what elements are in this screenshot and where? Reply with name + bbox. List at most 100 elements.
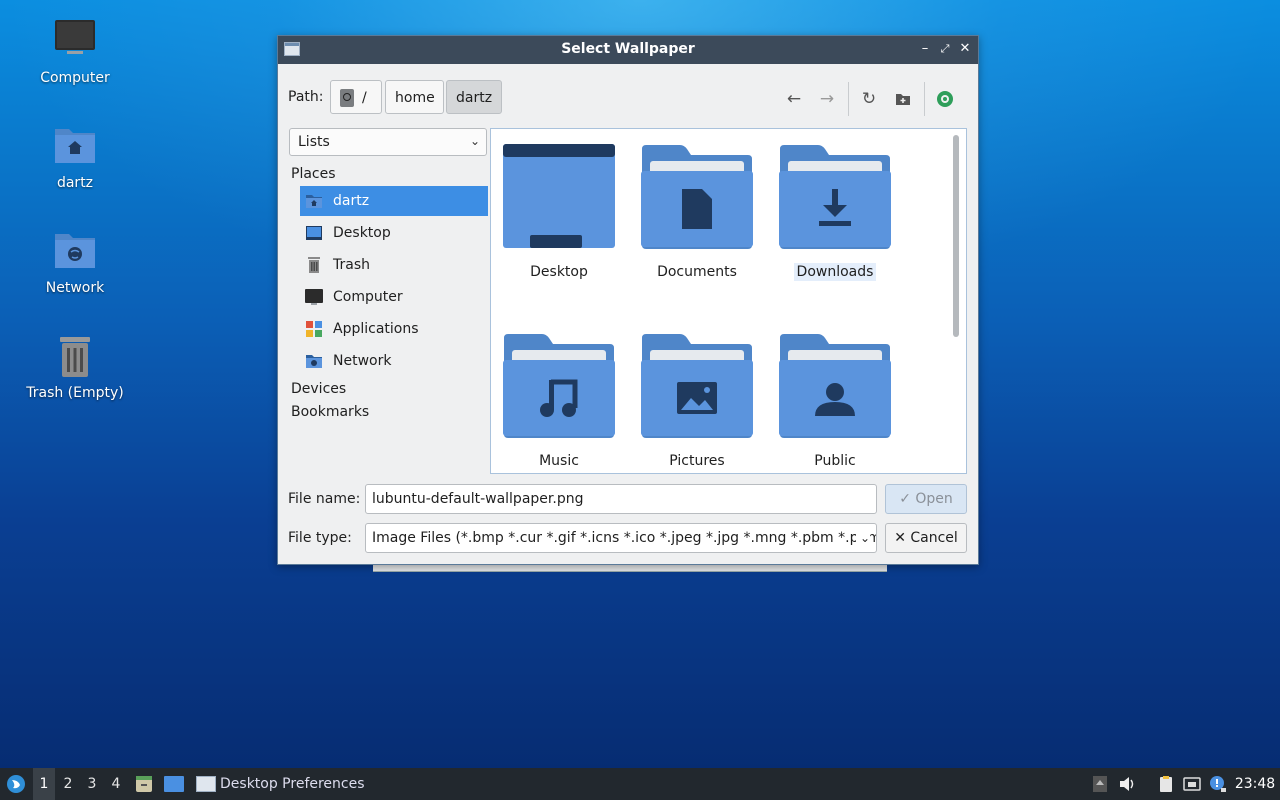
sidebar-view-select[interactable]: Lists ⌄ [289, 128, 487, 156]
path-label: Path: [288, 89, 324, 105]
cancel-button[interactable]: ✕ Cancel [885, 523, 967, 553]
desktop-icon-label: Trash (Empty) [26, 385, 124, 401]
sidebar-item-trash[interactable]: Trash [300, 250, 488, 280]
file-name-label: File name: [288, 491, 361, 507]
scrollbar-thumb[interactable] [953, 135, 959, 337]
devices-heading[interactable]: Devices [291, 381, 346, 397]
computer-icon [55, 20, 95, 54]
folder-item[interactable]: Documents [637, 143, 757, 281]
places-view-button[interactable] [933, 88, 957, 110]
desktop-icon-computer[interactable]: Computer [15, 18, 135, 86]
folder-name: Public [814, 453, 856, 469]
start-menu-button[interactable] [4, 768, 28, 800]
sidebar-item-label: Trash [333, 257, 370, 273]
network-icon [306, 355, 322, 368]
breadcrumb-label: home [395, 90, 435, 106]
folder-name: Pictures [669, 453, 725, 469]
folder-name: Documents [657, 264, 737, 280]
public-folder-icon [779, 334, 891, 438]
pictures-folder-icon [641, 334, 753, 438]
music-folder-icon [503, 334, 615, 438]
workspace-2[interactable]: 2 [57, 768, 79, 800]
folder-item[interactable]: Public [775, 332, 895, 470]
cancel-label: Cancel [910, 530, 958, 546]
network-folder-icon [55, 234, 95, 268]
file-type-value: Image Files (*.bmp *.cur *.gif *.icns *.… [372, 530, 877, 546]
task-desktop-preferences[interactable]: Desktop Preferences [194, 768, 374, 800]
update-notifier-icon[interactable] [1209, 775, 1227, 793]
folder-name: Desktop [530, 264, 588, 280]
file-view[interactable]: Desktop Documents Downloads Music Pictur… [490, 128, 967, 474]
minimize-button[interactable]: – [916, 40, 934, 58]
dialog-titlebar[interactable]: Select Wallpaper – ⤢ ✕ [278, 36, 978, 64]
workspace-4[interactable]: 4 [105, 768, 127, 800]
computer-icon [305, 289, 323, 305]
drive-icon [340, 89, 354, 107]
desktop-icon-home[interactable]: dartz [15, 123, 135, 191]
taskbar: 1 2 3 4 Desktop Preferences 23:48 [0, 768, 1280, 800]
breadcrumb-home[interactable]: home [385, 80, 444, 114]
downloads-folder-icon [779, 145, 891, 249]
new-folder-button[interactable] [891, 88, 915, 110]
bookmarks-heading[interactable]: Bookmarks [291, 404, 369, 420]
folder-item[interactable]: Downloads [775, 143, 895, 281]
new-folder-icon [896, 94, 910, 105]
sidebar-item-computer[interactable]: Computer [300, 282, 488, 312]
task-label: Desktop Preferences [220, 776, 365, 792]
desktop-icon-network[interactable]: Network [15, 228, 135, 296]
maximize-button[interactable]: ⤢ [936, 40, 954, 58]
breadcrumb-root[interactable]: / [330, 80, 382, 114]
folder-item[interactable]: Pictures [637, 332, 757, 470]
reload-icon[interactable]: ↻ [857, 88, 881, 110]
lubuntu-logo-icon [7, 775, 25, 793]
window-icon [196, 776, 216, 792]
sidebar-item-applications[interactable]: Applications [300, 314, 488, 344]
file-name-field[interactable]: lubuntu-default-wallpaper.png [365, 484, 877, 514]
workspace-3[interactable]: 3 [81, 768, 103, 800]
folder-item[interactable]: Music [499, 332, 619, 470]
clock[interactable]: 23:48 [1234, 768, 1276, 800]
close-button[interactable]: ✕ [956, 40, 974, 58]
sidebar-item-label: Computer [333, 289, 403, 305]
volume-icon[interactable] [1118, 775, 1136, 793]
sidebar-item-desktop[interactable]: Desktop [300, 218, 488, 248]
file-type-select[interactable]: Image Files (*.bmp *.cur *.gif *.icns *.… [365, 523, 877, 553]
desktop-icon-label: Computer [40, 70, 110, 86]
check-icon: ✓ [899, 491, 911, 507]
chevron-down-icon: ⌄ [469, 134, 480, 148]
sidebar-item-network[interactable]: Network [300, 346, 488, 376]
chevron-down-icon: ⌄ [855, 524, 870, 552]
forward-arrow-icon[interactable]: → [815, 88, 839, 110]
show-desktop-button[interactable] [163, 768, 185, 800]
back-arrow-icon[interactable]: ← [782, 88, 806, 110]
open-label: Open [915, 491, 953, 507]
breadcrumb-label: dartz [456, 90, 493, 106]
sidebar-item-label: Applications [333, 321, 419, 337]
folder-item[interactable]: Desktop [499, 143, 619, 281]
applications-icon [306, 321, 322, 337]
clipboard-icon[interactable] [1157, 775, 1175, 793]
network-status-icon[interactable] [1183, 775, 1201, 793]
toolbar-separator [848, 82, 849, 116]
file-type-label: File type: [288, 530, 352, 546]
trash-icon [308, 257, 320, 273]
folder-name: Music [539, 453, 579, 469]
background-window-edge [373, 565, 887, 572]
sidebar-item-dartz[interactable]: dartz [300, 186, 488, 216]
dialog-title: Select Wallpaper [561, 41, 695, 57]
file-manager-launcher[interactable] [133, 768, 155, 800]
breadcrumb-dartz[interactable]: dartz [446, 80, 502, 114]
select-wallpaper-dialog: Select Wallpaper – ⤢ ✕ Path: / home dart… [277, 35, 979, 565]
sidebar-item-label: dartz [333, 193, 370, 209]
sidebar-item-label: Desktop [333, 225, 391, 241]
recycle-icon [937, 91, 953, 107]
home-folder-icon [55, 129, 95, 163]
desktop-icon [164, 776, 184, 792]
open-button[interactable]: ✓ Open [885, 484, 967, 514]
desktop-icon-label: Network [45, 280, 105, 296]
close-icon: ✕ [894, 530, 906, 546]
desktop-icon-trash[interactable]: Trash (Empty) [15, 333, 135, 401]
places-heading[interactable]: Places [291, 166, 336, 182]
workspace-1[interactable]: 1 [33, 768, 55, 800]
tray-expand-icon[interactable] [1091, 775, 1109, 793]
